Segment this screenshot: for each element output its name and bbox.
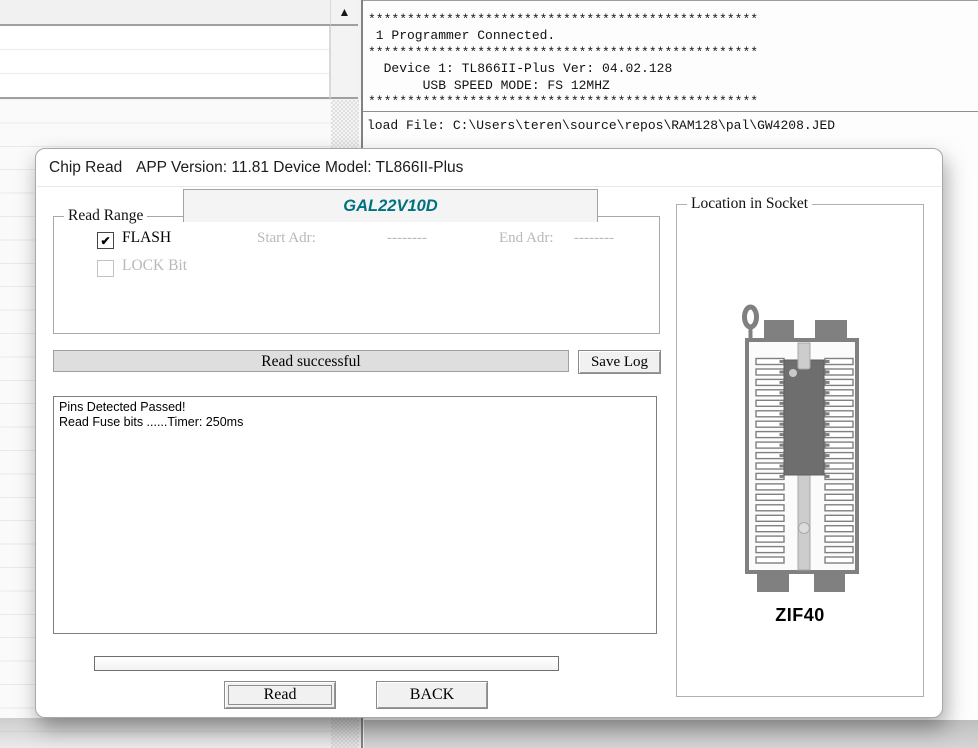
device-name-tab: GAL22V10D [183, 189, 598, 222]
start-adr-label: Start Adr: [257, 230, 316, 247]
result-log-box[interactable]: Pins Detected Passed! Read Fuse bits ...… [53, 396, 657, 634]
buffer-grid-rows[interactable] [0, 26, 330, 99]
start-adr-value: -------- [387, 230, 427, 247]
scrollbar-up-button[interactable]: ▲ [330, 0, 358, 26]
check-icon: ✔ [100, 234, 110, 248]
flash-label: FLASH [122, 229, 171, 247]
flash-checkbox[interactable]: ✔ [97, 232, 114, 249]
lock-bit-checkbox [97, 260, 114, 277]
zif-socket-icon [740, 302, 872, 602]
console-text: ****************************************… [363, 1, 978, 110]
load-file-line: load File: C:\Users\teren\source\repos\R… [363, 113, 978, 143]
read-button[interactable]: Read [224, 681, 336, 709]
location-in-socket-group: Location in Socket [676, 204, 924, 697]
save-log-button[interactable]: Save Log [578, 350, 661, 374]
end-adr-label: End Adr: [499, 230, 554, 247]
end-adr-value: -------- [574, 230, 614, 247]
chip-read-dialog: Chip Read APP Version: 11.81 Device Mode… [35, 148, 943, 718]
read-range-label: Read Range [64, 207, 147, 225]
screen: ▲ **************************************… [0, 0, 978, 748]
location-in-socket-label: Location in Socket [687, 195, 812, 213]
progress-bar [94, 656, 559, 671]
bottom-strip-left [0, 718, 361, 748]
socket-name-label: ZIF40 [677, 605, 923, 626]
title-separator [37, 186, 941, 187]
dialog-subtitle: APP Version: 11.81 Device Model: TL866II… [136, 149, 463, 186]
back-button[interactable]: BACK [376, 681, 488, 709]
buffer-grid-header [0, 0, 330, 26]
status-bar: Read successful [53, 350, 569, 372]
lock-bit-label: LOCK Bit [122, 257, 187, 275]
read-range-group: Read Range ✔ FLASH Start Adr: -------- E… [53, 216, 660, 334]
scroll-up-icon: ▲ [339, 5, 351, 19]
scrollbar-track[interactable] [330, 26, 358, 99]
dialog-title: Chip Read [49, 149, 122, 186]
bottom-strip-right [364, 718, 978, 748]
log-console-output: ****************************************… [363, 1, 978, 112]
